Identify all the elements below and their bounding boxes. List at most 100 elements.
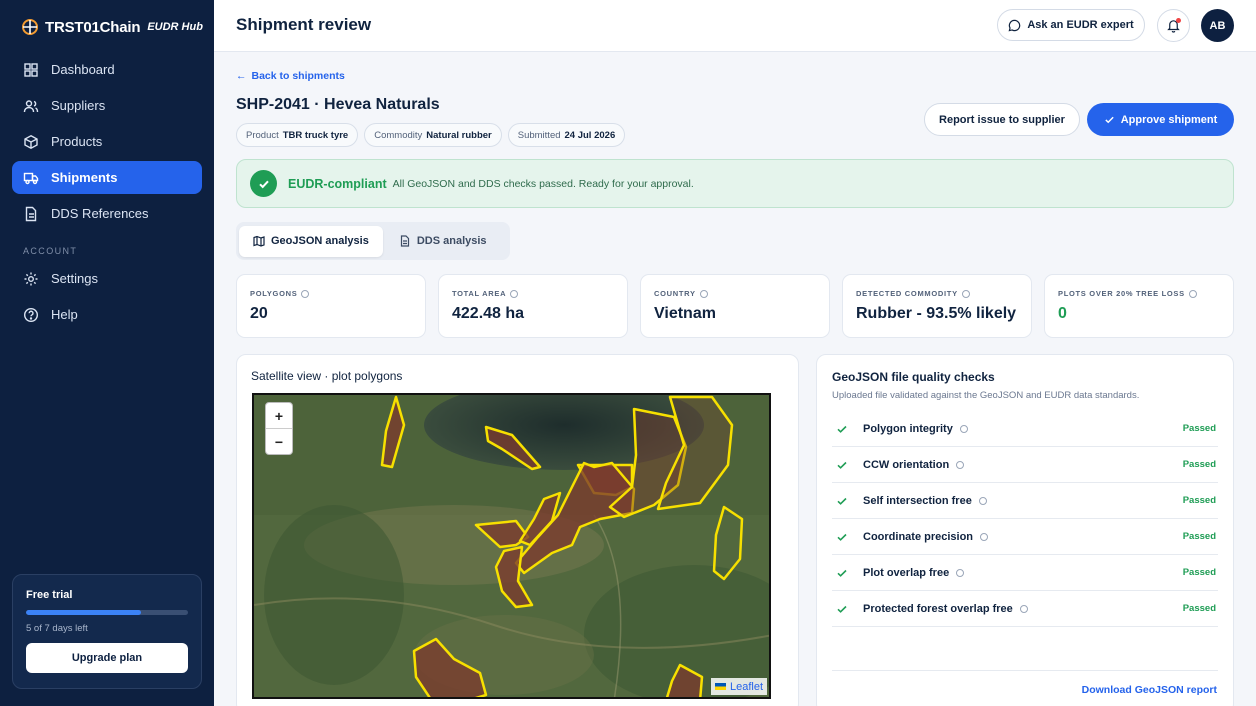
approve-label: Approve shipment <box>1120 113 1218 126</box>
banner-text: All GeoJSON and DDS checks passed. Ready… <box>392 177 694 190</box>
trial-title: Free trial <box>26 589 73 601</box>
check-icon <box>836 459 852 471</box>
stat-card-total-area: TOTAL AREA 422.48 ha <box>438 274 628 338</box>
list-item: Plot overlap free Passed <box>832 555 1218 591</box>
banner-title: EUDR-compliant <box>288 176 387 191</box>
back-label: Back to shipments <box>251 70 345 82</box>
check-status: Passed <box>1182 423 1216 434</box>
zoom-in-button[interactable]: + <box>266 403 292 429</box>
sidebar-item-label: Suppliers <box>51 98 106 113</box>
check-status: Passed <box>1182 603 1216 614</box>
free-trial-card: Free trial 5 of 7 days left Upgrade plan <box>12 574 202 689</box>
analysis-tabs: GeoJSON analysis DDS analysis <box>236 222 510 260</box>
check-name: Self intersection free <box>863 495 987 507</box>
ask-expert-button[interactable]: Ask an EUDR expert <box>997 9 1145 41</box>
back-to-shipments-link[interactable]: ← Back to shipments <box>236 70 345 82</box>
stat-card-detected-commodity: DETECTED COMMODITY Rubber - 93.5% likely <box>842 274 1032 338</box>
check-name: CCW orientation <box>863 459 965 471</box>
info-icon[interactable] <box>959 424 968 433</box>
approve-shipment-button[interactable]: Approve shipment <box>1087 103 1234 136</box>
stat-value: 0 <box>1058 305 1067 322</box>
sidebar-item-suppliers[interactable]: Suppliers <box>12 89 202 122</box>
chip-submitted: Submitted 24 Jul 2026 <box>507 123 626 147</box>
download-geojson-report-link[interactable]: Download GeoJSON report <box>1082 684 1217 696</box>
chip-key: Product <box>246 129 279 141</box>
shipment-meta-chips: Product TBR truck tyre Commodity Natural… <box>236 123 626 147</box>
info-icon[interactable] <box>699 289 708 298</box>
zoom-control: + − <box>265 402 293 455</box>
zoom-out-button[interactable]: − <box>266 429 292 455</box>
satellite-map[interactable]: + − Leaflet <box>252 393 771 699</box>
attribution-label: Leaflet <box>729 680 763 693</box>
info-icon[interactable] <box>961 289 970 298</box>
tab-label: GeoJSON analysis <box>271 235 369 247</box>
section-label-account: ACCOUNT <box>23 246 78 256</box>
sidebar-item-dds-references[interactable]: DDS References <box>12 197 202 230</box>
info-icon[interactable] <box>1188 289 1197 298</box>
map-title: Satellite view · plot polygons <box>251 369 403 383</box>
check-name-text: Polygon integrity <box>863 422 953 435</box>
tab-geojson-analysis[interactable]: GeoJSON analysis <box>239 225 383 257</box>
stat-label: DETECTED COMMODITY <box>856 289 1018 298</box>
report-issue-button[interactable]: Report issue to supplier <box>924 103 1080 136</box>
sidebar-item-label: Products <box>51 134 103 149</box>
arrow-left-icon: ← <box>236 70 247 82</box>
sidebar-item-label: Help <box>51 307 78 322</box>
info-icon[interactable] <box>1019 604 1028 613</box>
quality-checks-list: Polygon integrity Passed CCW orientation… <box>832 411 1218 627</box>
sidebar-item-help[interactable]: Help <box>12 298 202 331</box>
sidebar-item-shipments[interactable]: Shipments <box>12 161 202 194</box>
sidebar-item-label: Shipments <box>51 170 118 185</box>
divider <box>832 670 1218 671</box>
ask-expert-label: Ask an EUDR expert <box>1027 19 1134 31</box>
notifications-button[interactable] <box>1157 9 1190 42</box>
stats-row: POLYGONS 20 TOTAL AREA 422.48 ha COUNTRY… <box>236 274 1234 338</box>
grid-icon <box>24 62 38 77</box>
box-icon <box>24 134 38 149</box>
check-name: Coordinate precision <box>863 530 989 543</box>
list-item: Coordinate precision Passed <box>832 519 1218 555</box>
check-status: Passed <box>1182 531 1216 542</box>
check-name-text: Protected forest overlap free <box>863 602 1013 615</box>
check-circle-icon <box>250 170 277 197</box>
tab-label: DDS analysis <box>416 235 487 247</box>
brand-logo[interactable]: TRST01Chain EUDR Hub <box>20 17 203 37</box>
info-icon[interactable] <box>956 460 965 469</box>
check-name: Protected forest overlap free <box>863 603 1028 615</box>
check-name-text: Coordinate precision <box>863 530 974 543</box>
stat-label: PLOTS OVER 20% TREE LOSS <box>1058 289 1220 298</box>
info-icon[interactable] <box>510 289 519 298</box>
notification-dot <box>1176 18 1181 23</box>
avatar[interactable]: AB <box>1201 9 1234 42</box>
sidebar-item-products[interactable]: Products <box>12 125 202 158</box>
truck-icon <box>23 172 39 184</box>
trial-days-left: 5 of 7 days left <box>26 623 88 634</box>
document-icon <box>25 206 37 221</box>
info-icon[interactable] <box>956 568 965 577</box>
check-status: Passed <box>1182 567 1216 578</box>
gear-icon <box>24 272 38 285</box>
info-icon[interactable] <box>301 289 310 298</box>
sidebar-item-settings[interactable]: Settings <box>12 262 202 295</box>
trial-progress-bar <box>26 610 188 615</box>
upgrade-plan-button[interactable]: Upgrade plan <box>26 643 188 673</box>
list-item: Protected forest overlap free Passed <box>832 591 1218 627</box>
quality-checks-title: GeoJSON file quality checks <box>832 370 995 384</box>
check-status: Passed <box>1182 459 1216 470</box>
tab-dds-analysis[interactable]: DDS analysis <box>385 226 501 257</box>
map-attribution[interactable]: Leaflet <box>710 678 767 695</box>
info-icon[interactable] <box>980 532 989 541</box>
stat-label-text: TOTAL AREA <box>452 289 507 298</box>
document-icon <box>400 235 409 247</box>
check-name: Plot overlap free <box>863 566 965 579</box>
sidebar-item-dashboard[interactable]: Dashboard <box>12 53 202 86</box>
sidebar: TRST01Chain EUDR Hub Dashboard Suppliers… <box>0 0 214 706</box>
check-icon <box>836 423 852 435</box>
chip-value: Natural rubber <box>426 129 492 141</box>
info-icon[interactable] <box>978 496 987 505</box>
stat-card-polygons: POLYGONS 20 <box>236 274 426 338</box>
top-header: Shipment review Ask an EUDR expert AB <box>214 0 1256 52</box>
sidebar-nav: Dashboard Suppliers Products Shipments D… <box>12 53 202 334</box>
chip-key: Submitted <box>517 129 561 141</box>
check-name-text: Plot overlap free <box>863 566 950 579</box>
